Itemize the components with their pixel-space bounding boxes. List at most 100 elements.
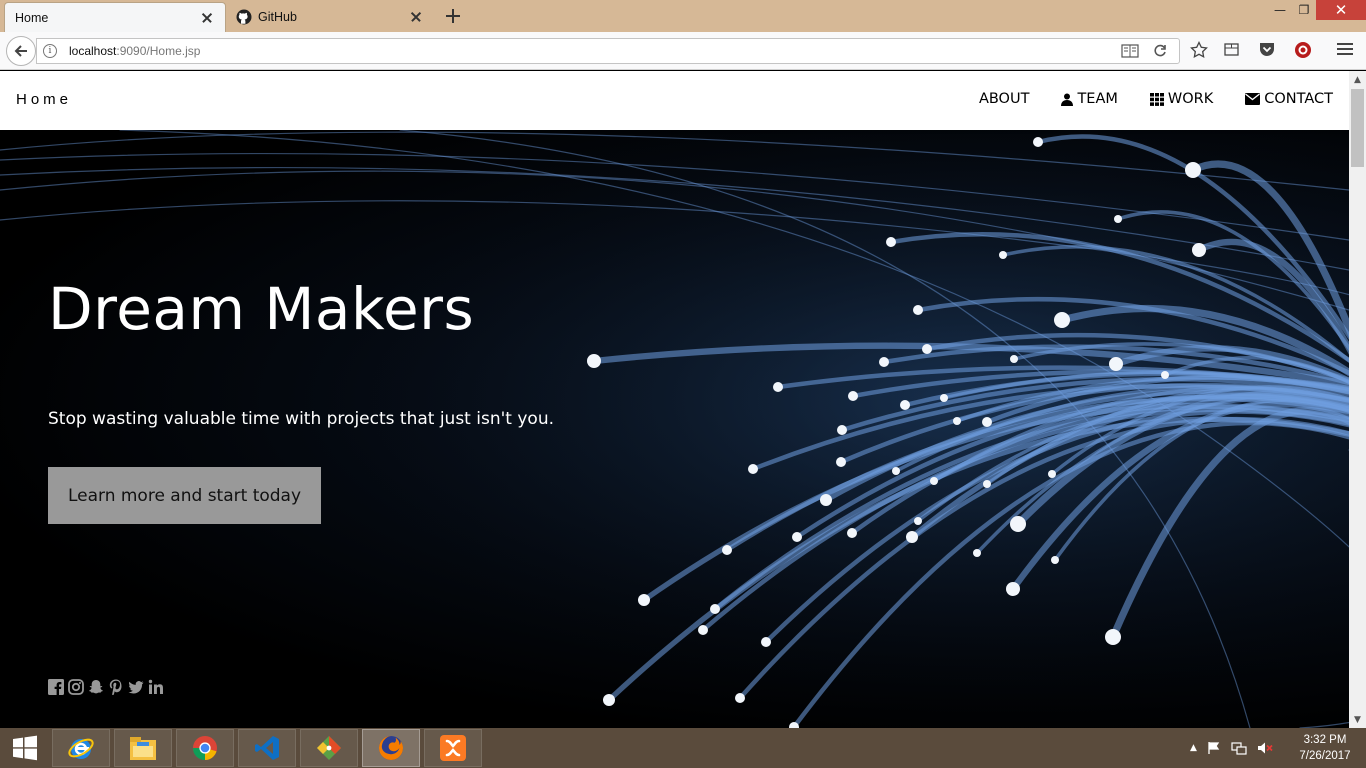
fiber-tip <box>906 531 918 543</box>
fiber-tip <box>1033 137 1043 147</box>
fiber-tip <box>722 545 732 555</box>
fiber-tip <box>1054 312 1070 328</box>
fiber-tip <box>761 637 771 647</box>
taskbar-internet-explorer[interactable] <box>52 729 110 767</box>
taskbar-chrome[interactable] <box>176 729 234 767</box>
github-icon <box>236 9 252 25</box>
scroll-down-button[interactable]: ▼ <box>1349 711 1366 728</box>
close-tab-icon[interactable] <box>408 9 424 25</box>
fiber-tip <box>930 477 938 485</box>
ublock-icon[interactable] <box>1294 41 1312 59</box>
restore-button[interactable]: ❐ <box>1290 0 1318 20</box>
user-icon <box>1061 93 1074 106</box>
reload-icon[interactable] <box>1153 44 1167 58</box>
twitter-icon[interactable] <box>128 679 144 695</box>
fiber-tip <box>900 400 910 410</box>
arrow-left-icon <box>14 45 27 57</box>
hero-section: Dream Makers Stop wasting valuable time … <box>0 130 1349 728</box>
chrome-icon <box>193 736 217 760</box>
facebook-icon[interactable] <box>48 679 64 695</box>
windows-logo-icon <box>13 735 37 761</box>
fiber-tip <box>735 693 745 703</box>
fiber-tip <box>1161 371 1169 379</box>
git-icon <box>317 736 341 760</box>
pinterest-icon[interactable] <box>108 679 124 697</box>
nav-about-link[interactable]: ABOUT <box>979 91 1030 107</box>
nav-label: WORK <box>1167 91 1214 107</box>
instagram-icon[interactable] <box>68 679 84 695</box>
fiber-tip <box>1006 582 1020 596</box>
windows-taskbar: ▲ 3:32 PM 7/26/2017 <box>0 728 1366 768</box>
library-icon[interactable] <box>1223 41 1240 58</box>
scrollbar-thumb[interactable] <box>1351 89 1364 167</box>
info-icon[interactable]: i <box>43 44 57 58</box>
show-hidden-icons-button[interactable]: ▲ <box>1190 743 1197 753</box>
action-center-flag-icon[interactable] <box>1207 741 1221 755</box>
taskbar-visual-studio[interactable] <box>238 729 296 767</box>
fiber-tip <box>1192 243 1206 257</box>
fiber-tip <box>587 354 601 368</box>
nav-label: ABOUT <box>978 91 1030 107</box>
taskbar-xampp[interactable] <box>424 729 482 767</box>
clock-time: 3:32 PM <box>1303 734 1347 746</box>
volume-muted-icon[interactable] <box>1257 741 1273 755</box>
close-tab-icon[interactable] <box>199 10 215 26</box>
snapchat-icon[interactable] <box>88 679 104 695</box>
fiber-tip <box>982 417 992 427</box>
fiber-tip <box>1105 629 1121 645</box>
fiber-tip <box>1010 355 1018 363</box>
taskbar-git-tool[interactable] <box>300 729 358 767</box>
url-bar[interactable]: i localhost:9090/Home.jsp <box>36 38 1180 64</box>
fiber-tip <box>792 532 802 542</box>
nav-label: CONTACT <box>1264 91 1333 107</box>
fiber-tip <box>914 517 922 525</box>
vertical-scrollbar[interactable]: ▲ ▼ <box>1349 71 1366 728</box>
scroll-up-button[interactable]: ▲ <box>1349 71 1366 88</box>
system-tray: ▲ <box>1190 728 1273 768</box>
nav-team-link[interactable]: TEAM <box>1061 91 1118 107</box>
tab-strip: Home GitHub — ❐ ✕ <box>0 0 1366 32</box>
social-links <box>48 679 164 697</box>
fiber-tip <box>913 305 923 315</box>
fiber-tip <box>710 604 720 614</box>
firefox-icon <box>379 736 403 760</box>
nav-work-link[interactable]: WORK <box>1149 91 1214 107</box>
learn-more-button[interactable]: Learn more and start today <box>48 467 321 524</box>
new-tab-button[interactable] <box>442 5 464 27</box>
page-viewport: Home ABOUT TEAM WORK CONTACT Dream Maker… <box>0 71 1349 728</box>
fiber-tip <box>1109 357 1123 371</box>
fiber-tip <box>1010 516 1026 532</box>
fiber-tip <box>983 480 991 488</box>
bookmark-star-icon[interactable] <box>1190 41 1208 59</box>
fiber-tip <box>922 344 932 354</box>
hamburger-menu-icon[interactable] <box>1336 41 1354 57</box>
fiber-tip <box>886 237 896 247</box>
start-button[interactable] <box>0 728 50 768</box>
fiber-tip <box>748 464 758 474</box>
tab-title: Home <box>15 10 49 25</box>
fiber-tip <box>1185 162 1201 178</box>
hero-subtitle: Stop wasting valuable time with projects… <box>48 409 554 429</box>
network-icon[interactable] <box>1231 741 1247 755</box>
close-window-button[interactable]: ✕ <box>1316 0 1366 20</box>
nav-contact-link[interactable]: CONTACT <box>1245 91 1333 107</box>
pocket-icon[interactable] <box>1258 41 1276 58</box>
visual-studio-icon <box>255 736 279 760</box>
taskbar-clock[interactable]: 3:32 PM 7/26/2017 <box>1290 732 1360 764</box>
fiber-tip <box>603 694 615 706</box>
back-button[interactable] <box>6 36 36 66</box>
tab-home[interactable]: Home <box>4 2 226 32</box>
fiber-tip <box>1114 215 1122 223</box>
fiber-tip <box>1048 470 1056 478</box>
fiber-tip <box>1051 556 1059 564</box>
fiber-tip <box>847 528 857 538</box>
hero-title: Dream Makers <box>48 275 475 343</box>
fiber-optic-background-image <box>0 130 1349 728</box>
site-brand-link[interactable]: Home <box>16 91 72 108</box>
linkedin-icon[interactable] <box>148 679 164 695</box>
taskbar-file-explorer[interactable] <box>114 729 172 767</box>
taskbar-firefox[interactable] <box>362 729 420 767</box>
tab-github[interactable]: GitHub <box>226 2 434 32</box>
reader-view-icon[interactable] <box>1121 44 1139 58</box>
site-nav-links: ABOUT TEAM WORK CONTACT <box>979 91 1333 107</box>
